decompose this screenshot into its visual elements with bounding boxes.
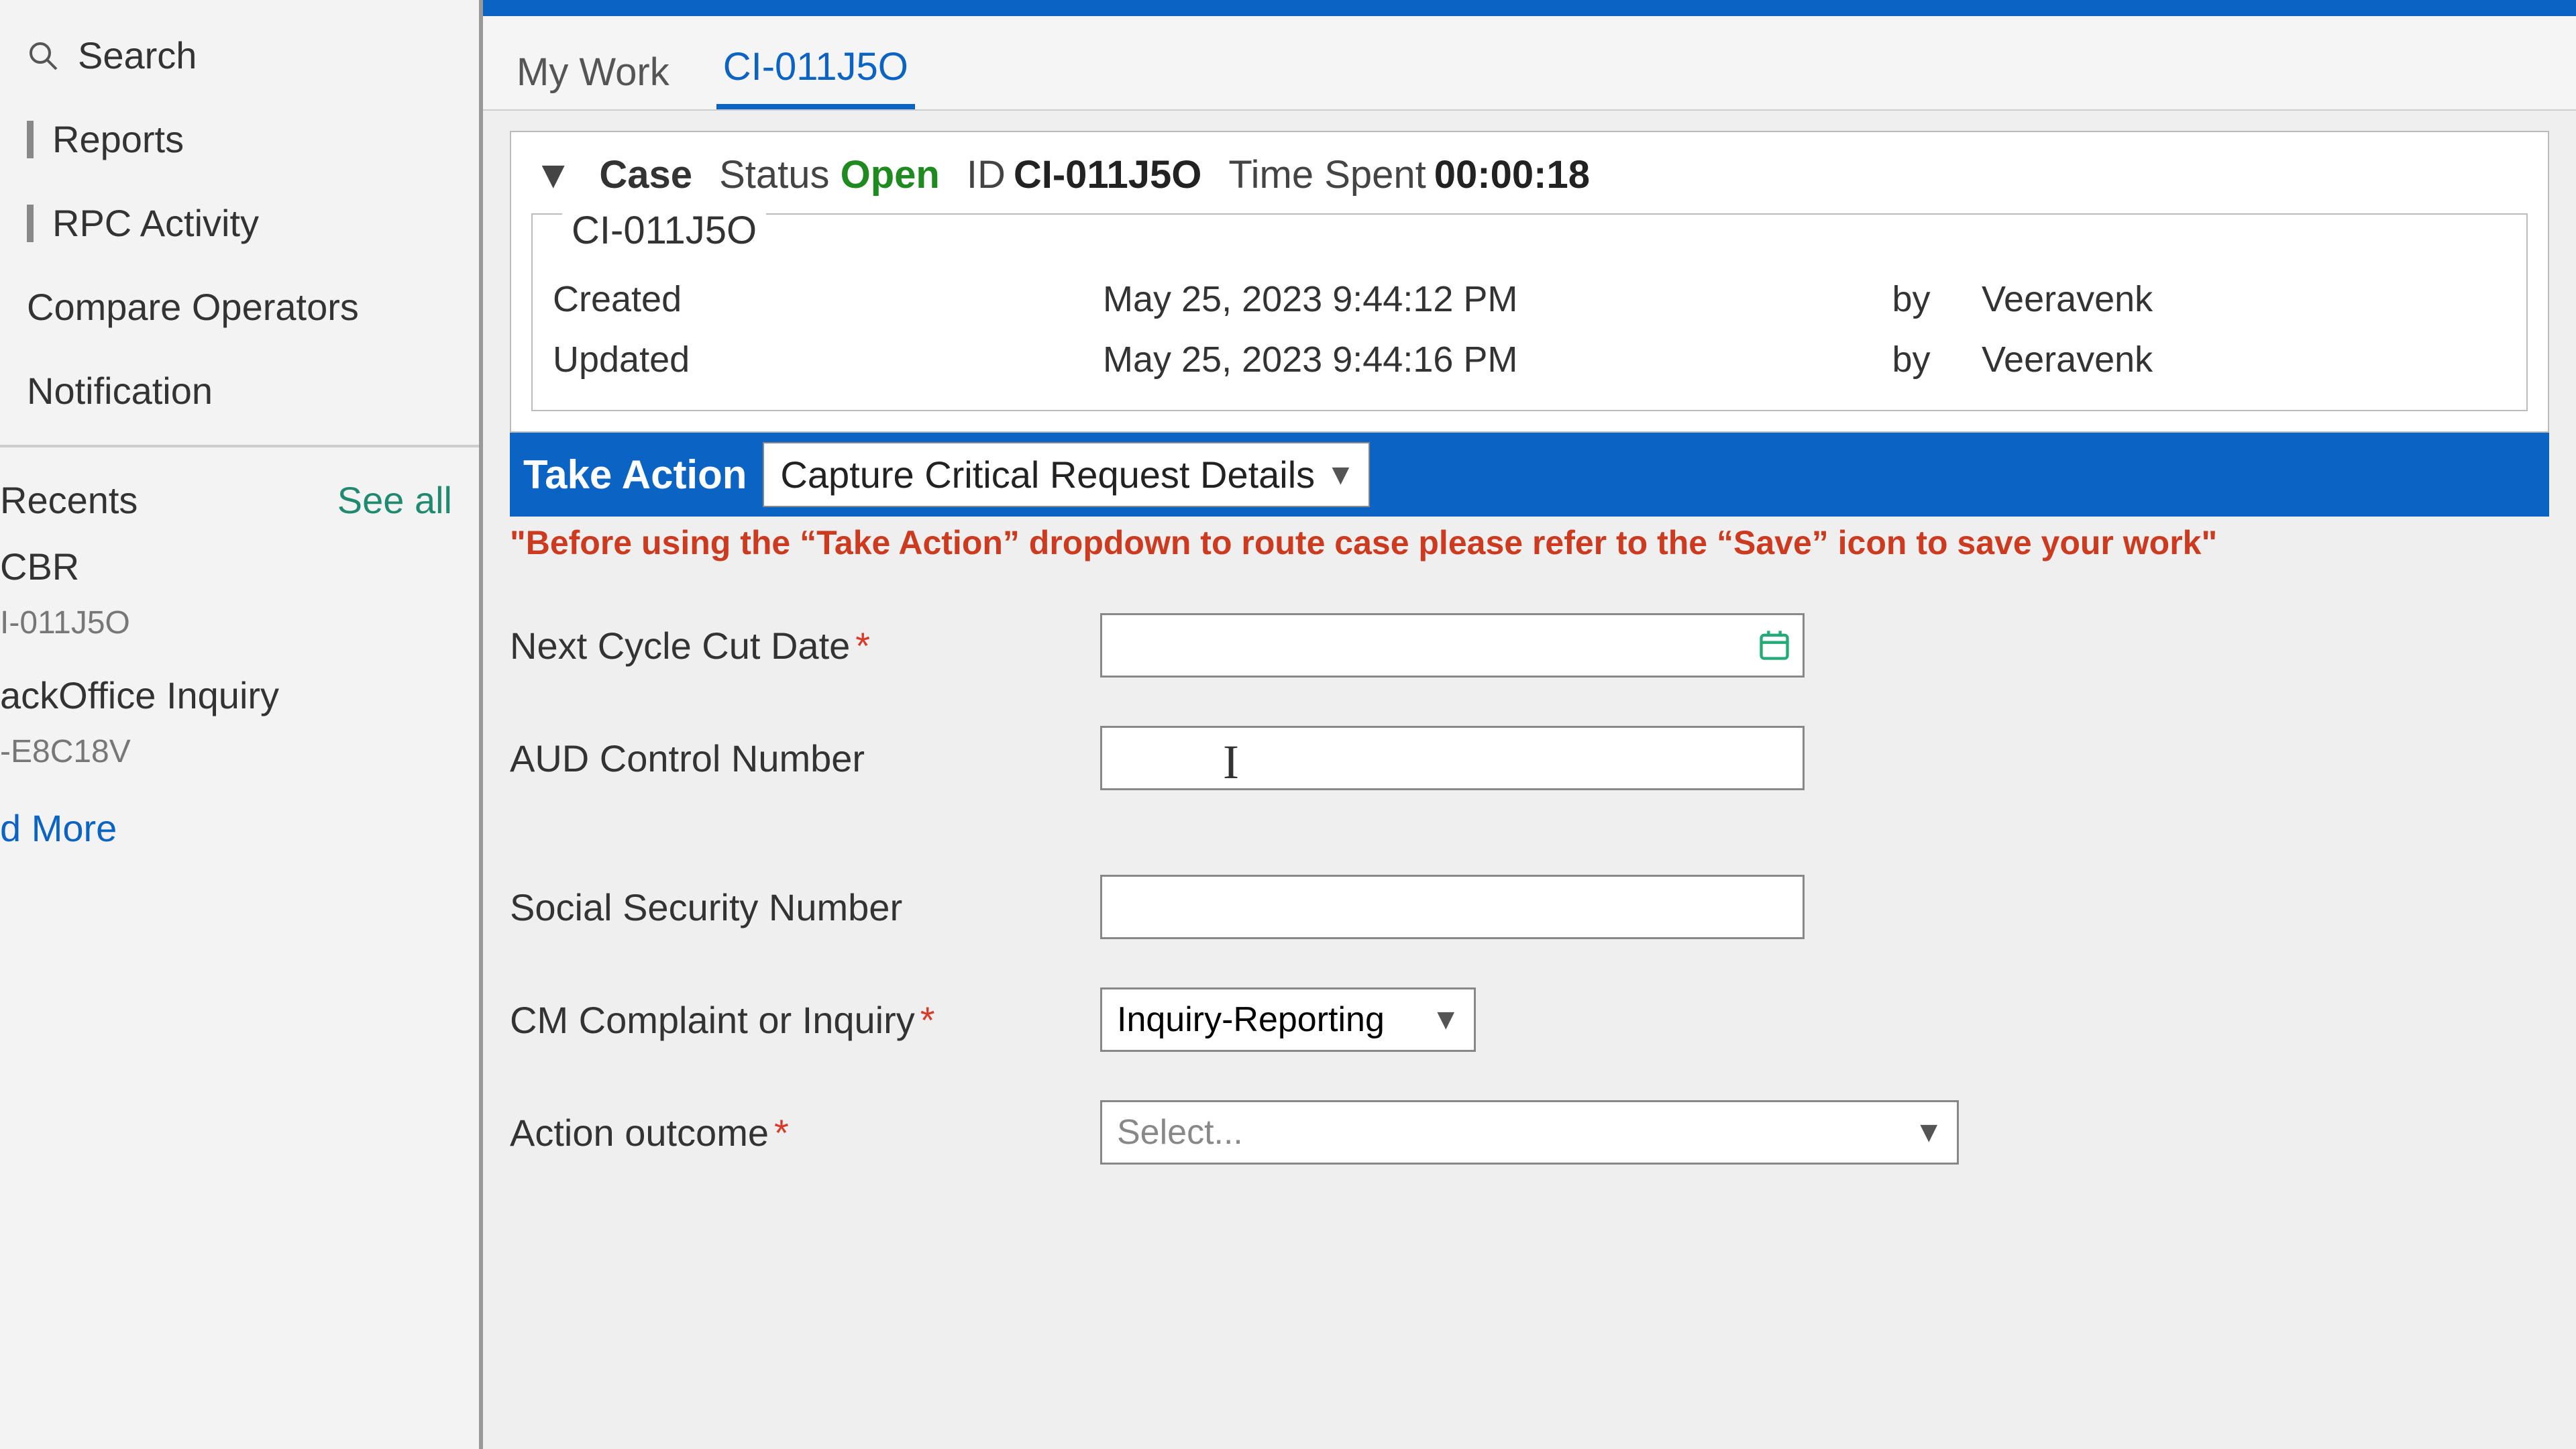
- form-row-ssn: Social Security Number: [510, 814, 2549, 963]
- sidebar: Search Reports RPC Activity Compare Oper…: [0, 0, 483, 1449]
- required-icon: *: [920, 999, 935, 1041]
- updated-row: Updated May 25, 2023 9:44:16 PM by Veera…: [553, 329, 2506, 390]
- recent-item[interactable]: CBR: [0, 529, 479, 604]
- time-spent-label: Time Spent: [1228, 153, 1426, 197]
- form-row-outcome: Action outcome* Select... ▼: [510, 1076, 2549, 1189]
- case-label: Case: [599, 152, 692, 197]
- sidebar-item-label: Compare Operators: [27, 285, 359, 329]
- recent-sub: I-011J5O: [0, 604, 479, 657]
- chevron-down-icon: ▼: [1914, 1116, 1943, 1149]
- sidebar-search-label: Search: [78, 34, 197, 77]
- recent-title: CBR: [0, 545, 79, 588]
- take-action-label: Take Action: [523, 451, 747, 498]
- next-cycle-date-input[interactable]: [1100, 613, 1805, 678]
- case-summary-card: ▼ Case Status Open IDCI-011J5O Time Spen…: [510, 131, 2549, 433]
- sidebar-item-rpc[interactable]: RPC Activity: [0, 181, 479, 265]
- ssn-label: Social Security Number: [510, 886, 902, 928]
- recent-title: ackOffice Inquiry: [0, 674, 279, 716]
- calendar-icon[interactable]: [1757, 628, 1792, 663]
- take-action-bar: Take Action Capture Critical Request Det…: [510, 433, 2549, 517]
- recents-label: Recents: [0, 478, 138, 522]
- status-value: Open: [841, 153, 940, 197]
- form-row-aud: AUD Control Number I: [510, 702, 2549, 814]
- created-row: Created May 25, 2023 9:44:12 PM by Veera…: [553, 269, 2506, 329]
- id-value: CI-011J5O: [1014, 153, 1202, 197]
- sidebar-item-compare[interactable]: Compare Operators: [0, 265, 479, 349]
- chevron-down-icon: ▼: [1431, 1003, 1460, 1036]
- required-icon: *: [774, 1112, 789, 1154]
- outcome-label: Action outcome: [510, 1112, 769, 1154]
- aud-label: AUD Control Number: [510, 737, 865, 780]
- search-icon: [27, 40, 59, 72]
- tab-my-work[interactable]: My Work: [510, 38, 676, 109]
- cm-label: CM Complaint or Inquiry: [510, 999, 915, 1041]
- cm-complaint-select[interactable]: Inquiry-Reporting ▼: [1100, 987, 1476, 1052]
- take-action-dropdown[interactable]: Capture Critical Request Details ▼: [763, 442, 1370, 507]
- aud-control-input[interactable]: I: [1100, 726, 1805, 790]
- main-area: My Work CI-011J5O ▼ Case Status Open IDC…: [483, 0, 2576, 1449]
- sidebar-item-label: RPC Activity: [52, 201, 259, 245]
- created-value: May 25, 2023 9:44:12 PM: [1103, 278, 1841, 320]
- chevron-down-icon[interactable]: ▼: [534, 152, 572, 197]
- sidebar-item-reports[interactable]: Reports: [0, 97, 479, 181]
- text-cursor-icon: I: [1223, 735, 1239, 790]
- created-label: Created: [553, 278, 1063, 320]
- form-row-next-cycle: Next Cycle Cut Date*: [510, 589, 2549, 702]
- top-banner: [483, 0, 2576, 16]
- case-header: ▼ Case Status Open IDCI-011J5O Time Spen…: [531, 146, 2528, 213]
- updated-value: May 25, 2023 9:44:16 PM: [1103, 339, 1841, 380]
- next-cycle-label: Next Cycle Cut Date: [510, 625, 850, 667]
- outcome-selected-value: Select...: [1117, 1112, 1243, 1152]
- by-label: by: [1881, 278, 1941, 320]
- warning-text: "Before using the “Take Action” dropdown…: [510, 523, 2549, 562]
- form-row-cm: CM Complaint or Inquiry* Inquiry-Reporti…: [510, 963, 2549, 1076]
- required-icon: *: [855, 625, 870, 667]
- updated-label: Updated: [553, 339, 1063, 380]
- id-label: ID: [967, 153, 1006, 197]
- recent-item[interactable]: ackOffice Inquiry: [0, 657, 479, 733]
- sidebar-search[interactable]: Search: [0, 13, 479, 97]
- recents-more-link[interactable]: d More: [0, 786, 479, 870]
- tab-case[interactable]: CI-011J5O: [716, 32, 915, 109]
- bar-icon: [27, 121, 34, 158]
- take-action-selected: Capture Critical Request Details: [780, 453, 1315, 496]
- case-fieldset: CI-011J5O Created May 25, 2023 9:44:12 P…: [531, 213, 2528, 411]
- time-spent-value: 00:00:18: [1434, 153, 1590, 197]
- bar-icon: [27, 205, 34, 242]
- divider: [0, 445, 479, 447]
- form-area: Next Cycle Cut Date* AUD Control Number …: [510, 589, 2549, 1189]
- sidebar-item-notification[interactable]: Notification: [0, 349, 479, 433]
- recents-header: Recents See all: [0, 460, 479, 529]
- status-label: Status: [719, 153, 829, 197]
- cm-selected-value: Inquiry-Reporting: [1117, 1000, 1385, 1040]
- see-all-link[interactable]: See all: [337, 478, 452, 522]
- sidebar-item-label: Notification: [27, 369, 213, 413]
- recent-sub: -E8C18V: [0, 733, 479, 786]
- ssn-input[interactable]: [1100, 875, 1805, 939]
- by-label: by: [1881, 339, 1941, 380]
- chevron-down-icon: ▼: [1326, 458, 1356, 492]
- sidebar-item-label: Reports: [52, 117, 184, 161]
- tab-bar: My Work CI-011J5O: [483, 16, 2576, 111]
- action-outcome-select[interactable]: Select... ▼: [1100, 1100, 1959, 1165]
- fieldset-legend: CI-011J5O: [562, 208, 766, 253]
- created-by-value: Veeravenk: [1982, 278, 2506, 320]
- updated-by-value: Veeravenk: [1982, 339, 2506, 380]
